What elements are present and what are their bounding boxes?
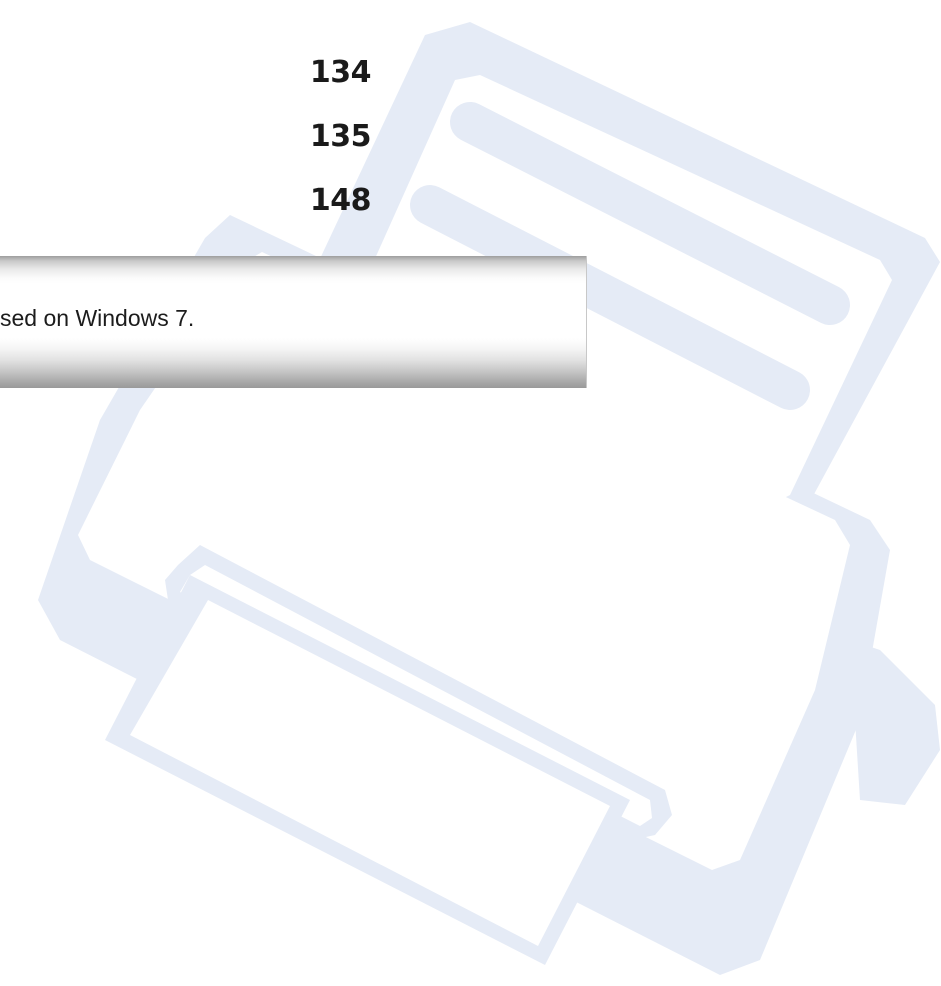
manual-page: 134 135 148 sed on Windows 7. [0,0,941,986]
page-number[interactable]: 134 [251,58,372,88]
note-banner: sed on Windows 7. [0,256,587,388]
page-number[interactable]: 148 [251,186,372,216]
printer-side [850,640,940,805]
note-text: sed on Windows 7. [0,305,195,331]
page-number-list: 134 135 148 [251,58,372,250]
page-number[interactable]: 135 [251,122,372,152]
printer-icon [38,22,940,975]
